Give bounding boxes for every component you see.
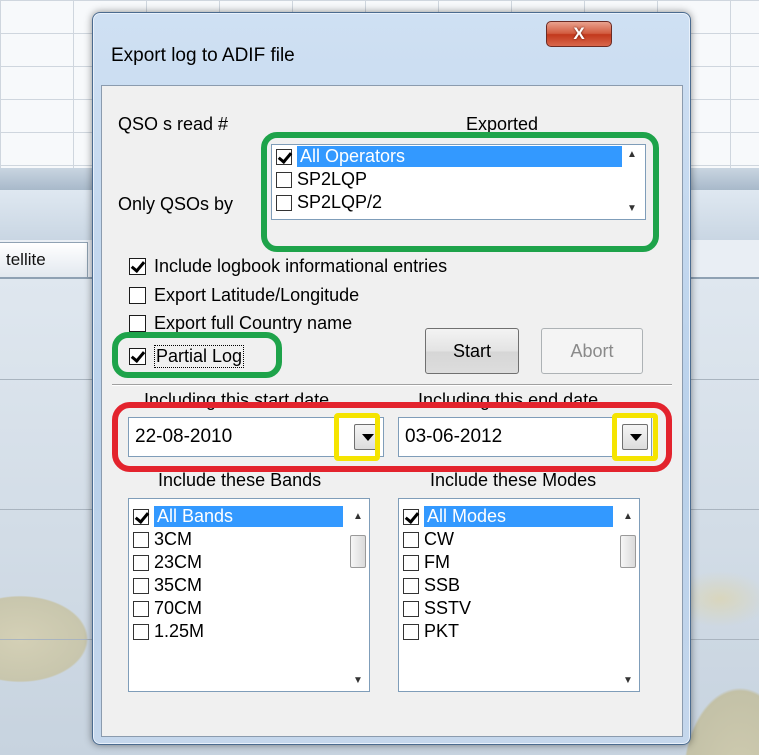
checkbox[interactable]: [133, 508, 149, 525]
checkbox[interactable]: [276, 194, 292, 211]
bands-label: Include these Bands: [158, 470, 322, 490]
export-country-checkbox[interactable]: [129, 315, 146, 332]
modes-scrollbar[interactable]: ▲ ▼: [618, 499, 639, 691]
scroll-up-icon[interactable]: ▲: [353, 511, 363, 522]
checkbox[interactable]: [133, 623, 149, 640]
list-item-band[interactable]: All Bands: [129, 505, 343, 528]
list-item-band[interactable]: 70CM: [129, 597, 369, 620]
list-item-mode[interactable]: FM: [399, 551, 639, 574]
scroll-down-icon[interactable]: ▼: [627, 203, 637, 214]
list-item-band[interactable]: 1.25M: [129, 620, 369, 643]
close-icon: X: [573, 24, 585, 43]
modes-listbox[interactable]: All Modes CW FM SSB SSTV PKT ▲ ▼: [398, 498, 640, 692]
start-date-value: 22-08-2010: [135, 426, 233, 447]
operators-scrollbar[interactable]: ▲ ▼: [622, 145, 645, 219]
list-item-mode[interactable]: All Modes: [399, 505, 613, 528]
include-info-label: Include logbook informational entries: [154, 256, 448, 276]
export-latlon-label: Export Latitude/Longitude: [154, 285, 360, 305]
scroll-thumb[interactable]: [350, 535, 366, 568]
checkbox[interactable]: [276, 171, 292, 188]
partial-log-checkbox[interactable]: [129, 348, 146, 365]
exported-label: Exported: [466, 114, 539, 134]
end-date-picker[interactable]: 03-06-2012: [398, 417, 652, 457]
start-date-label: Including this start date: [144, 390, 330, 410]
export-latlon-checkbox[interactable]: [129, 287, 146, 304]
list-item-operator[interactable]: SP2LQP/2: [272, 191, 645, 214]
export-country-option[interactable]: Export full Country name: [129, 313, 352, 334]
checkbox[interactable]: [133, 531, 149, 548]
partial-log-label: Partial Log: [154, 345, 245, 368]
list-item-mode[interactable]: SSTV: [399, 597, 639, 620]
bands-listbox[interactable]: All Bands 3CM 23CM 35CM 70CM 1.25M ▲ ▼: [128, 498, 370, 692]
abort-button[interactable]: Abort: [541, 328, 643, 374]
scroll-up-icon[interactable]: ▲: [623, 511, 633, 522]
checkbox[interactable]: [403, 600, 419, 617]
export-country-label: Export full Country name: [154, 313, 353, 333]
list-item-mode[interactable]: SSB: [399, 574, 639, 597]
checkbox[interactable]: [403, 508, 419, 525]
checkbox[interactable]: [403, 577, 419, 594]
checkbox[interactable]: [403, 554, 419, 571]
start-date-picker[interactable]: 22-08-2010: [128, 417, 384, 457]
list-item-band[interactable]: 35CM: [129, 574, 369, 597]
scroll-up-icon[interactable]: ▲: [627, 149, 637, 160]
background-tab-satellite[interactable]: tellite: [0, 242, 88, 278]
checkbox[interactable]: [403, 531, 419, 548]
include-info-checkbox[interactable]: [129, 258, 146, 275]
include-info-option[interactable]: Include logbook informational entries: [129, 256, 447, 277]
dialog-client-area: QSO s read # Exported Only QSOs by All O…: [101, 85, 683, 737]
export-adif-dialog: Export log to ADIF file X QSO s read # E…: [92, 12, 691, 745]
start-button[interactable]: Start: [425, 328, 519, 374]
checkbox[interactable]: [133, 554, 149, 571]
list-item-operator[interactable]: All Operators: [272, 145, 645, 168]
only-qsos-by-label: Only QSOs by: [118, 194, 234, 214]
scroll-down-icon[interactable]: ▼: [353, 675, 363, 686]
operators-listbox[interactable]: All Operators SP2LQP SP2LQP/2 ▲ ▼: [271, 144, 646, 220]
list-item-mode[interactable]: CW: [399, 528, 639, 551]
checkbox[interactable]: [133, 577, 149, 594]
partial-log-option[interactable]: Partial Log: [129, 345, 245, 368]
list-item-band[interactable]: 23CM: [129, 551, 369, 574]
scroll-thumb[interactable]: [620, 535, 636, 568]
checkbox[interactable]: [403, 623, 419, 640]
section-divider: [112, 384, 672, 386]
end-date-label: Including this end date: [418, 390, 599, 410]
qso-read-label: QSO s read #: [118, 114, 229, 134]
checkbox[interactable]: [276, 148, 292, 165]
end-date-value: 03-06-2012: [405, 426, 503, 447]
dialog-title: Export log to ADIF file: [111, 45, 295, 66]
export-latlon-option[interactable]: Export Latitude/Longitude: [129, 285, 359, 306]
chevron-down-icon[interactable]: [354, 424, 380, 450]
scroll-down-icon[interactable]: ▼: [623, 675, 633, 686]
close-button[interactable]: X: [546, 21, 612, 47]
modes-label: Include these Modes: [430, 470, 597, 490]
checkbox[interactable]: [133, 600, 149, 617]
list-item-band[interactable]: 3CM: [129, 528, 369, 551]
background-tab-label: tellite: [6, 250, 46, 269]
list-item-operator[interactable]: SP2LQP: [272, 168, 645, 191]
list-item-mode[interactable]: PKT: [399, 620, 639, 643]
chevron-down-icon[interactable]: [622, 424, 648, 450]
bands-scrollbar[interactable]: ▲ ▼: [348, 499, 369, 691]
